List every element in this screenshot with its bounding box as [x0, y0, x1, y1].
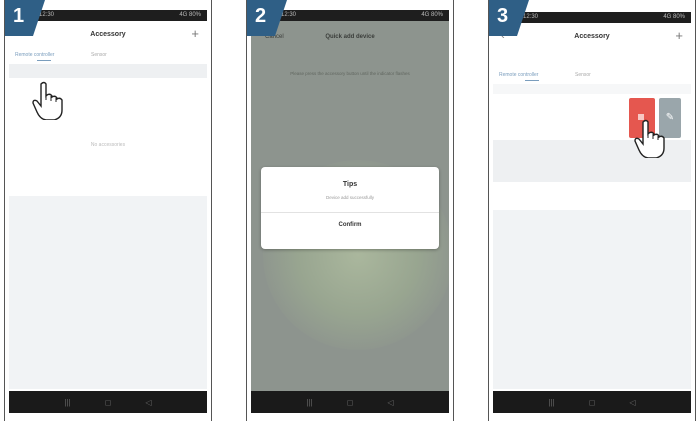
status-indicators: 4G 80%: [663, 14, 685, 20]
tab-remote-controller[interactable]: Remote controller: [499, 72, 538, 78]
tab-remote-controller[interactable]: Remote controller: [15, 52, 54, 58]
pointing-hand-icon: [634, 119, 665, 158]
tab-underline: [525, 80, 539, 81]
page-title: Accessory: [90, 31, 126, 38]
empty-state-text: No accessories: [90, 142, 126, 148]
android-nav-bar: ||| ◻ ◁: [493, 391, 691, 413]
step-3-panel: 3 12:30 4G 80% ‹ Accessory + Remote cont…: [488, 0, 696, 421]
app-header: Cancel Quick add device: [251, 24, 449, 48]
page-title: Accessory: [574, 33, 610, 40]
home-icon[interactable]: ◻: [589, 398, 596, 407]
dialog-divider: [261, 212, 439, 213]
recents-icon[interactable]: |||: [548, 398, 554, 407]
tab-bar: Remote controller Sensor: [493, 70, 691, 82]
empty-list-area: [9, 196, 207, 389]
tab-underline: [37, 60, 51, 61]
plus-icon[interactable]: +: [675, 28, 683, 43]
back-nav-icon[interactable]: ◁: [145, 398, 151, 407]
back-nav-icon[interactable]: ◁: [387, 398, 393, 407]
back-nav-icon[interactable]: ◁: [629, 398, 635, 407]
list-row[interactable]: [9, 64, 207, 78]
recents-icon[interactable]: |||: [306, 398, 312, 407]
status-indicators: 4G 80%: [421, 12, 443, 18]
app-header: ‹ Accessory +: [493, 26, 691, 50]
pointing-hand-icon: [32, 81, 63, 120]
tab-bar: Remote controller Sensor: [9, 50, 207, 62]
dialog-title: Tips: [342, 181, 358, 188]
android-nav-bar: ||| ◻ ◁: [9, 391, 207, 413]
section-divider: [493, 84, 691, 94]
status-time: 12:30: [523, 14, 539, 20]
empty-list-area: [493, 210, 691, 389]
home-icon[interactable]: ◻: [347, 398, 354, 407]
recents-icon[interactable]: |||: [64, 398, 70, 407]
phone-screen: 12:30 4G 80% ‹ Accessory + Remote contro…: [493, 12, 691, 413]
pencil-icon: ✎: [665, 112, 675, 123]
phone-screen: 12:30 4G 80% Cancel Quick add device Ple…: [251, 10, 449, 413]
plus-icon[interactable]: +: [191, 26, 199, 41]
status-time: 12:30: [39, 12, 55, 18]
status-time: 12:30: [281, 12, 297, 18]
page-title: Quick add device: [325, 34, 375, 40]
phone-screen: 12:30 4G 80% ‹ Accessory + Remote contro…: [9, 10, 207, 413]
home-icon[interactable]: ◻: [105, 398, 112, 407]
android-nav-bar: ||| ◻ ◁: [251, 391, 449, 413]
step-2-panel: 2 12:30 4G 80% Cancel Quick add device P…: [246, 0, 454, 421]
step-1-panel: 1 12:30 4G 80% ‹ Accessory + Remote cont…: [4, 0, 212, 421]
status-indicators: 4G 80%: [179, 12, 201, 18]
tab-sensor[interactable]: Sensor: [91, 52, 107, 58]
tab-sensor[interactable]: Sensor: [575, 72, 591, 78]
tips-dialog: Tips Device add successfully Confirm: [261, 167, 439, 249]
confirm-button[interactable]: Confirm: [261, 222, 439, 228]
instruction-text: Please press the accessory button until …: [290, 71, 410, 76]
app-header: ‹ Accessory +: [9, 24, 207, 48]
dialog-message: Device add successfully: [325, 195, 375, 200]
